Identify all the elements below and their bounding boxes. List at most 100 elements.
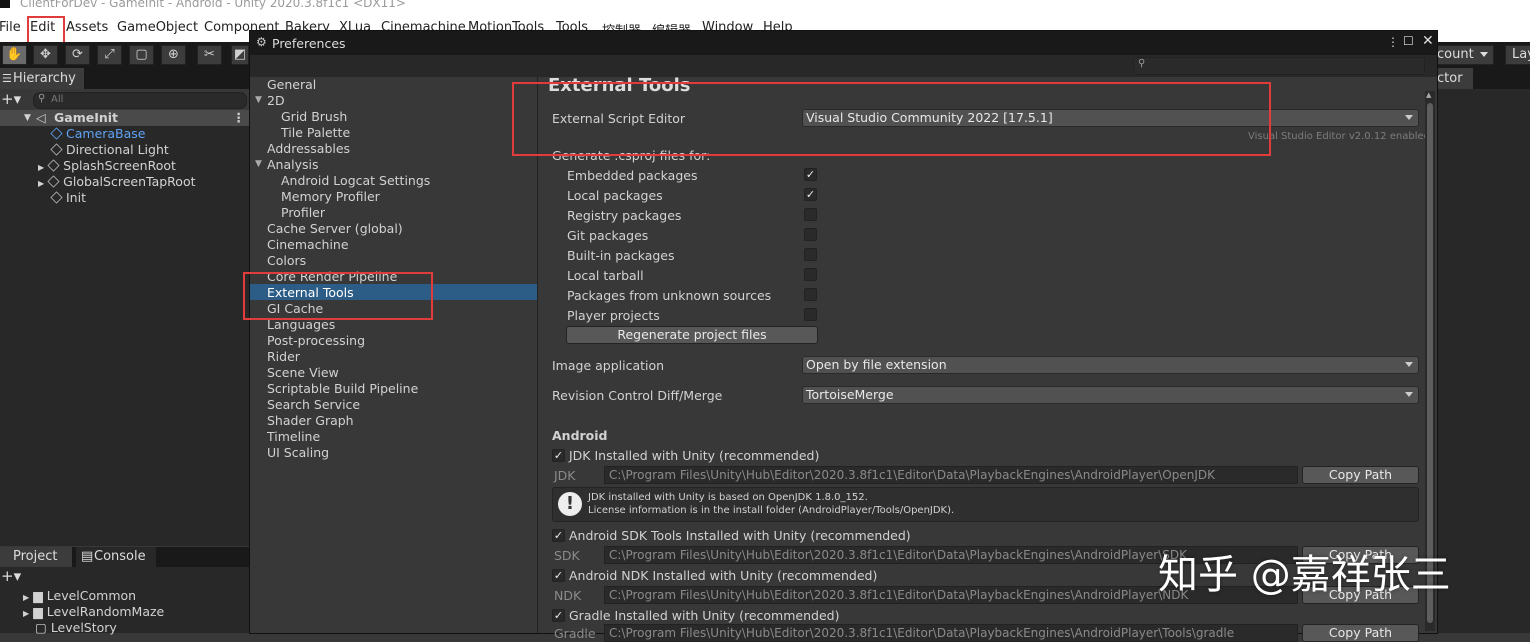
window-title: ClientForDev - GameInit - Android - Unit… — [20, 0, 406, 10]
gameobject-cube-icon — [50, 191, 63, 204]
jdk-copy-path-button[interactable]: Copy Path — [1302, 466, 1419, 484]
gradle-label: Gradle — [554, 626, 596, 641]
more-icon[interactable]: ⋮ — [233, 110, 246, 126]
extra-tool-icon[interactable]: ◩ — [231, 45, 249, 65]
list-item[interactable]: ▢ LevelStory — [35, 620, 117, 636]
builtin-packages-checkbox[interactable] — [804, 248, 817, 261]
hierarchy-tab-label: Hierarchy — [13, 71, 76, 86]
scale-tool-icon[interactable]: ⤢ — [97, 45, 122, 65]
jdk-label: JDK — [554, 468, 576, 483]
tab-console[interactable]: ▤ Console — [76, 547, 156, 567]
layers-label: Lay — [1512, 47, 1530, 62]
create-icon[interactable]: +▾ — [1, 567, 21, 585]
list-item[interactable]: Init — [50, 190, 86, 206]
rotate-tool-icon[interactable]: ⟳ — [65, 45, 90, 65]
menu-file[interactable]: File — [0, 20, 21, 35]
gradle-copy-path-button[interactable]: Copy Path — [1302, 624, 1419, 642]
gradle-checkbox[interactable]: ✓ — [552, 609, 565, 622]
item-label: SplashScreenRoot — [63, 158, 176, 173]
category-search-service[interactable]: Search Service — [267, 397, 360, 413]
layers-dropdown[interactable]: Lay — [1505, 45, 1530, 65]
category-rider[interactable]: Rider — [267, 349, 300, 365]
list-item[interactable]: ▶ GlobalScreenTapRoot — [38, 174, 196, 190]
folder-icon: ▆ — [33, 588, 43, 603]
category-ui-scaling[interactable]: UI Scaling — [267, 445, 329, 461]
project-tabbar: Project ▤ Console — [0, 547, 249, 567]
category-cache-server[interactable]: Cache Server (global) — [267, 221, 403, 237]
category-cinemachine[interactable]: Cinemachine — [267, 237, 349, 253]
category-timeline[interactable]: Timeline — [267, 429, 320, 445]
move-tool-icon[interactable]: ✥ — [33, 45, 58, 65]
list-item[interactable]: CameraBase — [50, 126, 146, 142]
hierarchy-panel: ☰ Hierarchy +▾ ⚲ All ▼ ◁ GameInit ⋮ Came… — [0, 68, 249, 546]
player-projects-checkbox[interactable] — [804, 308, 817, 321]
category-2d[interactable]: 2D — [267, 93, 285, 109]
category-shader-graph[interactable]: Shader Graph — [267, 413, 354, 429]
add-icon[interactable]: +▾ — [1, 90, 21, 108]
transform-tool-icon[interactable]: ⊕ — [161, 45, 186, 65]
category-general[interactable]: General — [267, 77, 316, 93]
gradle-path-field[interactable]: C:\Program Files\Unity\Hub\Editor\2020.3… — [604, 624, 1298, 642]
image-application-dropdown[interactable]: Open by file extension — [802, 356, 1419, 374]
category-scriptable-build-pipeline[interactable]: Scriptable Build Pipeline — [267, 381, 418, 397]
category-tile-palette[interactable]: Tile Palette — [281, 125, 350, 141]
revision-control-dropdown[interactable]: TortoiseMerge — [802, 386, 1419, 404]
local-tarball-checkbox[interactable] — [804, 268, 817, 281]
hand-tool-icon[interactable]: ✋ — [2, 45, 27, 65]
scene-name: GameInit — [54, 110, 119, 125]
list-icon: ☰ — [2, 72, 12, 85]
unknown-sources-checkbox[interactable] — [804, 288, 817, 301]
console-icon: ▤ — [81, 549, 94, 564]
regenerate-project-files-button[interactable]: Regenerate project files — [566, 326, 818, 344]
custom-tool-icon[interactable]: ✂ — [197, 45, 222, 65]
git-packages-checkbox[interactable] — [804, 228, 817, 241]
external-tools-highlight — [243, 272, 433, 320]
tab-inspector[interactable]: ctor — [1435, 68, 1473, 89]
scene-row[interactable]: ▼ ◁ GameInit ⋮ — [0, 110, 249, 126]
maximize-icon[interactable]: ☐ — [1403, 34, 1414, 48]
search-icon: ⚲ — [38, 93, 46, 104]
more-icon[interactable]: ⋮ — [1387, 35, 1399, 49]
category-android-logcat[interactable]: Android Logcat Settings — [281, 173, 430, 189]
category-colors[interactable]: Colors — [267, 253, 306, 269]
scroll-up-icon[interactable]: ▲ — [1426, 91, 1431, 99]
hierarchy-search-input[interactable]: ⚲ All — [33, 92, 247, 109]
list-item[interactable]: ▶ SplashScreenRoot — [38, 158, 176, 174]
option-player-projects: Player projects — [567, 308, 660, 323]
watermark: 知乎 @嘉祥张三 — [1158, 552, 1451, 598]
list-item[interactable]: ▶ ▆ LevelRandomMaze — [23, 604, 164, 620]
ndk-checkbox[interactable]: ✓ — [552, 569, 565, 582]
tab-hierarchy[interactable]: ☰ Hierarchy — [0, 68, 84, 89]
local-packages-checkbox[interactable]: ✓ — [804, 188, 817, 201]
menu-assets[interactable]: Assets — [66, 20, 108, 35]
category-memory-profiler[interactable]: Memory Profiler — [281, 189, 380, 205]
category-addressables[interactable]: Addressables — [267, 141, 350, 157]
option-local-tarball: Local tarball — [567, 268, 644, 283]
inspector-tabbar: ctor — [1435, 68, 1530, 89]
info-warning-icon: ! — [558, 492, 582, 516]
ndk-toggle-label: Android NDK Installed with Unity (recomm… — [569, 568, 878, 583]
tab-project[interactable]: Project — [0, 547, 72, 567]
category-scene-view[interactable]: Scene View — [267, 365, 339, 381]
preferences-search-input[interactable]: ⚲ — [1133, 57, 1425, 75]
menu-gameobject[interactable]: GameObject — [117, 20, 198, 35]
category-analysis[interactable]: Analysis — [267, 157, 319, 173]
registry-packages-checkbox[interactable] — [804, 208, 817, 221]
collapsed-arrow-icon: ▶ — [38, 179, 45, 188]
rect-tool-icon[interactable]: ▢ — [129, 45, 154, 65]
item-label: Directional Light — [66, 142, 169, 157]
list-item[interactable]: ▶ ▆ LevelCommon — [23, 588, 136, 604]
hierarchy-toolbar: +▾ ⚲ All — [0, 89, 249, 110]
close-icon[interactable]: ✕ — [1422, 33, 1434, 49]
list-item[interactable]: Directional Light — [50, 142, 169, 158]
account-label: count — [1437, 47, 1474, 62]
category-grid-brush[interactable]: Grid Brush — [281, 109, 347, 125]
sdk-checkbox[interactable]: ✓ — [552, 529, 565, 542]
jdk-path-field[interactable]: C:\Program Files\Unity\Hub\Editor\2020.3… — [604, 466, 1298, 484]
window-title-bar: ClientForDev - GameInit - Android - Unit… — [0, 0, 1530, 12]
category-profiler[interactable]: Profiler — [281, 205, 325, 221]
embedded-packages-checkbox[interactable]: ✓ — [804, 168, 817, 181]
gameobject-cube-icon — [47, 159, 60, 172]
jdk-checkbox[interactable]: ✓ — [552, 449, 565, 462]
category-post-processing[interactable]: Post-processing — [267, 333, 365, 349]
